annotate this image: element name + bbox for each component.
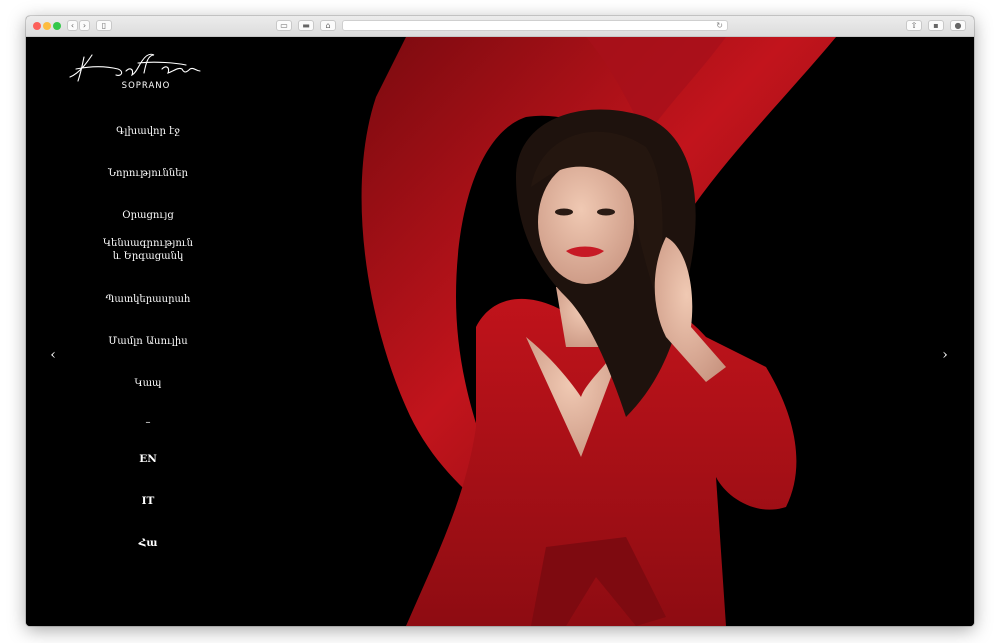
nav-gallery[interactable]: Պատկերասրահ: [86, 293, 210, 306]
sidebar-icon: ▯: [101, 21, 107, 30]
nav-home[interactable]: Գլխավոր էջ: [86, 125, 210, 138]
chevron-left-icon: ‹: [70, 21, 75, 30]
nav-calendar[interactable]: Օրացույց: [86, 209, 210, 222]
nav-biography-line1: Կենսագրություն: [103, 238, 193, 249]
browser-back-button[interactable]: ‹: [67, 20, 78, 31]
nav-separator: –: [145, 417, 151, 428]
nav-contact[interactable]: Կապ: [86, 377, 210, 390]
browser-forward-button[interactable]: ›: [79, 20, 90, 31]
tab-overview-button[interactable]: ▭: [276, 20, 292, 31]
nav-biography[interactable]: Կենսագրություն և Երգացանկ: [86, 237, 210, 263]
browser-toolbar: ‹ › ▯ ▭ ▬ ⌂ ↻ ⇧ ▪ ●: [26, 16, 974, 37]
subtitle-soprano: SOPRANO: [121, 81, 171, 91]
reload-icon[interactable]: ↻: [716, 21, 723, 30]
minimize-window-button[interactable]: [43, 22, 51, 30]
chevron-left-icon: ‹: [50, 347, 56, 363]
share-icon: ⇧: [910, 21, 918, 30]
lang-hy[interactable]: Հա: [86, 537, 210, 550]
tabs-icon: ▭: [280, 21, 288, 30]
home-button[interactable]: ⌂: [320, 20, 336, 31]
nav-news[interactable]: Նորություններ: [86, 167, 210, 180]
lang-it[interactable]: IT: [86, 495, 210, 508]
share-button[interactable]: ⇧: [906, 20, 922, 31]
downloads-button[interactable]: ●: [950, 20, 966, 31]
browser-window: ‹ › ▯ ▭ ▬ ⌂ ↻ ⇧ ▪ ● SOPRANO Գլխավոր էջ Ն…: [26, 16, 974, 626]
nav-press[interactable]: Մամլո Ասուլիս: [86, 335, 210, 348]
hero-slider: SOPRANO Գլխավոր էջ Նորություններ Օրացույ…: [26, 37, 974, 626]
download-icon: ●: [954, 21, 962, 30]
reader-button[interactable]: ▬: [298, 20, 314, 31]
slider-prev-button[interactable]: ‹: [46, 347, 60, 363]
sidebar-toggle-button[interactable]: ▯: [96, 20, 112, 31]
home-icon: ⌂: [325, 21, 331, 30]
zoom-window-button[interactable]: [53, 22, 61, 30]
nav-biography-line2: և Երգացանկ: [112, 251, 184, 262]
chevron-right-icon: ›: [942, 347, 948, 363]
lang-en[interactable]: EN: [86, 453, 210, 466]
slider-next-button[interactable]: ›: [938, 347, 952, 363]
address-bar[interactable]: ↻: [342, 20, 728, 31]
puzzle-icon: ▪: [933, 21, 939, 30]
close-window-button[interactable]: [33, 22, 41, 30]
chevron-right-icon: ›: [82, 21, 87, 30]
reader-icon: ▬: [302, 21, 310, 30]
extensions-button[interactable]: ▪: [928, 20, 944, 31]
